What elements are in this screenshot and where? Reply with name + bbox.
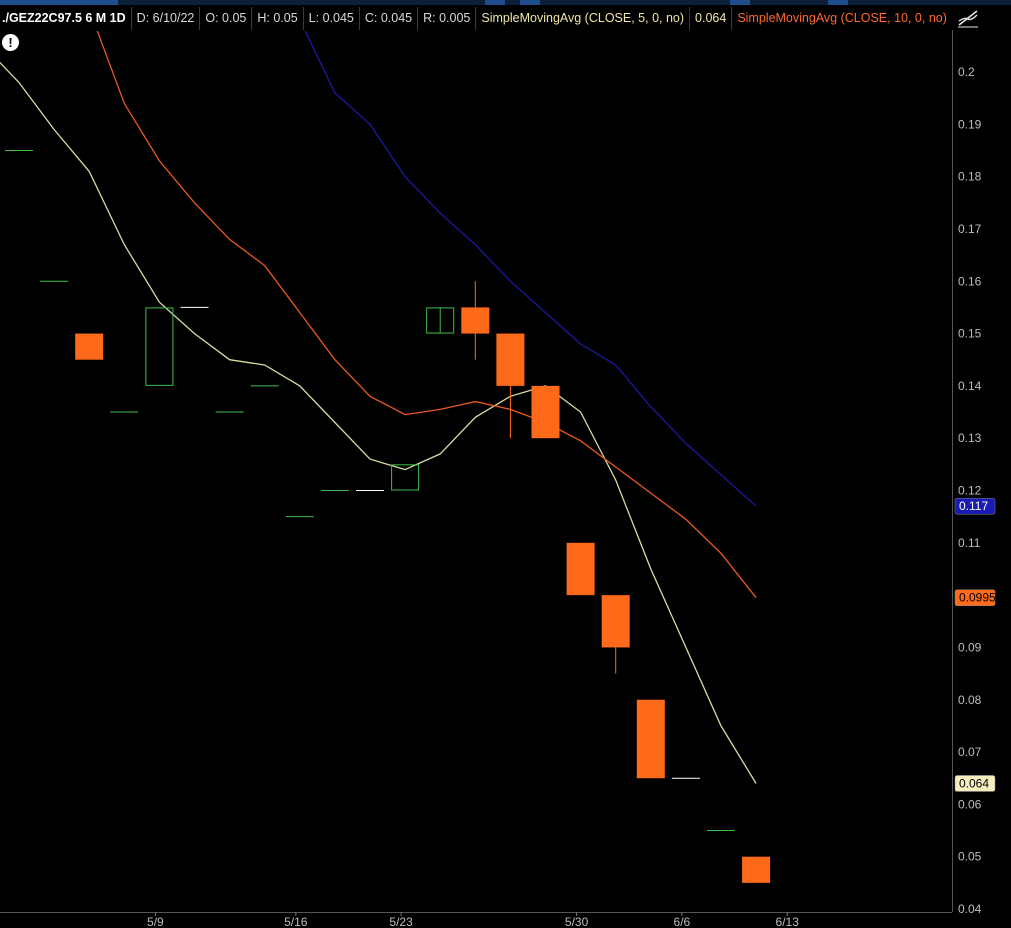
candle-body (391, 464, 420, 491)
price-chart[interactable]: 0.2 0.19 0.18 0.17 0.16 0.15 0.14 0.13 0.12 0.11 0… (0, 0, 1011, 928)
price-label-text: 0.117 (959, 499, 988, 513)
y-tick-label: 0.09 (958, 640, 982, 654)
y-tick-label: 0.07 (958, 745, 982, 759)
candle-body (636, 699, 665, 779)
y-tick-label: 0.04 (958, 902, 982, 916)
y-tick-label: 0.06 (958, 797, 982, 811)
price-label-text: 0.0995 (959, 591, 996, 605)
y-tick-label: 0.12 (958, 484, 982, 498)
x-tick-label: 5/30 (565, 915, 589, 928)
y-tick-label: 0.13 (958, 431, 982, 445)
x-tick-label: 6/13 (776, 915, 800, 928)
y-tick-label: 0.18 (958, 170, 982, 184)
x-tick-label: 5/16 (284, 915, 308, 928)
y-tick-label: 0.2 (958, 65, 975, 79)
sma-line-2 (304, 31, 757, 507)
x-tick-label: 5/9 (147, 915, 164, 928)
y-tick-label: 0.17 (958, 222, 982, 236)
candles (5, 149, 771, 883)
y-tick-label: 0.08 (958, 693, 982, 707)
y-tick-label: 0.19 (958, 117, 982, 131)
x-tick-label: 5/23 (389, 915, 413, 928)
candle-body (496, 333, 525, 386)
candle-body (531, 385, 560, 439)
candle-body (145, 307, 174, 386)
x-axis-ticks: 5/9 5/16 5/23 5/30 6/6 6/13 (147, 912, 799, 928)
price-label-text: 0.064 (959, 776, 989, 790)
y-tick-label: 0.14 (958, 379, 982, 393)
x-tick-label: 6/6 (674, 915, 691, 928)
moving-averages (0, 31, 757, 784)
candle-body (75, 333, 104, 360)
sma-line-0 (0, 61, 757, 784)
y-tick-label: 0.16 (958, 274, 982, 288)
y-tick-label: 0.05 (958, 850, 982, 864)
sma-line-1 (96, 31, 757, 599)
y-tick-label: 0.15 (958, 327, 982, 341)
candle-body (566, 542, 595, 596)
candle-body (461, 307, 490, 334)
candle-body (742, 856, 771, 883)
y-tick-label: 0.11 (958, 536, 981, 550)
candle-body (601, 595, 630, 648)
